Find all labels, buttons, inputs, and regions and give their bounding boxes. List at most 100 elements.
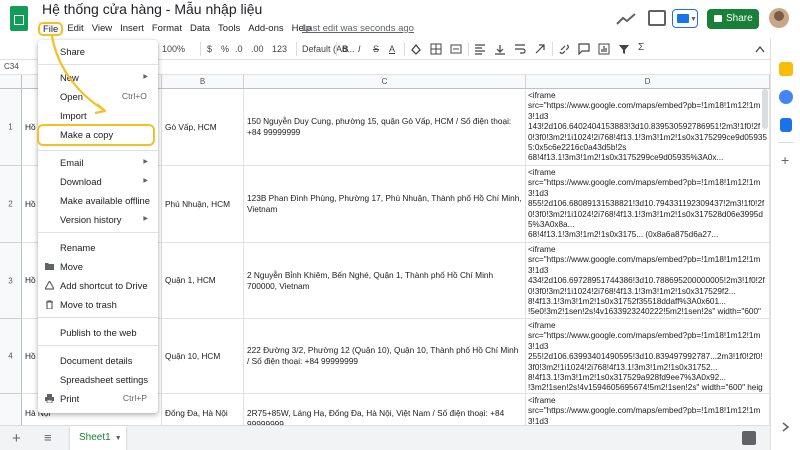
menu-item-label: Document details (60, 355, 133, 366)
folder-move-icon (45, 263, 54, 270)
table-cell[interactable]: <iframe src="https://www.google.com/maps… (526, 166, 770, 243)
text-wrap-icon[interactable] (514, 43, 526, 55)
column-header-b[interactable]: B (162, 75, 244, 89)
table-cell[interactable]: <iframe src="https://www.google.com/maps… (526, 319, 770, 394)
increase-decimal-button[interactable]: .00 (251, 42, 264, 56)
menu-file[interactable]: File (38, 22, 64, 36)
table-cell[interactable]: Gò Vấp, HCM (162, 89, 244, 166)
menu-item-email[interactable]: Email ▶ (38, 154, 158, 171)
text-rotation-icon[interactable] (534, 43, 546, 55)
toolbar-divider (468, 42, 469, 56)
menu-format[interactable]: Format (148, 22, 186, 36)
row-header[interactable]: 5 (0, 394, 22, 425)
last-edit-link[interactable]: Last edit was seconds ago (302, 23, 414, 34)
chevron-up-icon[interactable] (755, 45, 765, 53)
table-cell[interactable]: Quận 10, HCM (162, 319, 244, 394)
row-number: 2 (8, 199, 13, 209)
calendar-icon[interactable] (780, 118, 792, 132)
table-cell[interactable]: Phú Nhuận, HCM (162, 166, 244, 243)
menu-item-offline[interactable]: Make available offline (38, 192, 158, 209)
menu-insert[interactable]: Insert (116, 22, 148, 36)
menu-item-settings[interactable]: Spreadsheet settings (38, 371, 158, 388)
menu-edit[interactable]: Edit (63, 22, 87, 36)
menu-item-version-history[interactable]: Version history ▶ (38, 211, 158, 228)
borders-icon[interactable] (430, 43, 442, 55)
menu-view[interactable]: View (88, 22, 116, 36)
chevron-right-icon[interactable] (780, 422, 792, 432)
menu-item-publish[interactable]: Publish to the web (38, 324, 158, 341)
sheet-tab[interactable]: Sheet1 ▼ (70, 426, 126, 450)
vertical-align-icon[interactable] (494, 43, 506, 55)
trend-icon[interactable] (615, 12, 637, 26)
menu-item-details[interactable]: Document details (38, 352, 158, 369)
row-header[interactable]: 3 (0, 243, 22, 319)
table-cell[interactable]: 123B Phan Đình Phùng, Phường 17, Phú Nhu… (244, 166, 526, 243)
get-addons-icon[interactable]: + (781, 152, 789, 168)
sheets-logo-icon[interactable] (10, 6, 28, 31)
table-cell[interactable]: 222 Đường 3/2, Phường 12 (Quận 10), Quận… (244, 319, 526, 394)
insert-comment-icon[interactable] (578, 43, 590, 55)
select-all-corner[interactable] (0, 75, 22, 89)
chevron-down-icon[interactable]: ▼ (115, 435, 122, 442)
table-cell[interactable]: Đống Đa, Hà Nội (162, 394, 244, 425)
submenu-arrow-icon: ▶ (143, 178, 148, 184)
zoom-select[interactable]: 100% (162, 42, 185, 56)
table-cell[interactable]: 2 Nguyễn Bỉnh Khiêm, Bến Nghé, Quận 1, T… (244, 243, 526, 319)
menu-data[interactable]: Data (186, 22, 214, 36)
table-cell[interactable]: <iframe src="https://www.google.com/maps… (526, 394, 770, 425)
bold-button[interactable]: B (342, 42, 349, 56)
percent-format-button[interactable]: % (221, 42, 229, 56)
number-format-select[interactable]: 123 (272, 42, 287, 56)
menu-item-trash[interactable]: Move to trash (38, 296, 158, 313)
column-header-c[interactable]: C (244, 75, 526, 89)
insert-link-icon[interactable] (558, 43, 570, 55)
row-header[interactable]: 1 (0, 89, 22, 166)
present-button[interactable]: ▼ (672, 9, 698, 28)
functions-icon[interactable]: Σ (638, 42, 644, 53)
row-header[interactable]: 4 (0, 319, 22, 394)
table-cell[interactable]: 2R75+85W, Láng Hạ, Đống Đa, Hà Nội, Việt… (244, 394, 526, 425)
menu-item-add-shortcut[interactable]: Add shortcut to Drive (38, 277, 158, 294)
menu-addons[interactable]: Add-ons (244, 22, 287, 36)
explore-icon[interactable] (742, 431, 756, 445)
keep-icon[interactable] (779, 62, 793, 76)
avatar[interactable] (769, 8, 789, 28)
align-left-icon[interactable] (474, 43, 486, 55)
menu-item-make-copy[interactable]: Make a copy (37, 124, 155, 146)
menu-item-move[interactable]: Move (38, 258, 158, 275)
merge-cells-icon[interactable] (450, 43, 462, 55)
menu-item-import[interactable]: Import (38, 107, 158, 124)
currency-format-button[interactable]: $ (207, 42, 212, 56)
insert-chart-icon[interactable] (598, 43, 610, 55)
fill-color-icon[interactable] (410, 43, 422, 55)
menu-item-share[interactable]: Share (38, 43, 158, 60)
menu-tools[interactable]: Tools (214, 22, 244, 36)
table-cell[interactable]: <iframe src="https://www.google.com/maps… (526, 243, 770, 319)
italic-button[interactable]: I (358, 42, 361, 56)
menu-item-print[interactable]: Print Ctrl+P (38, 390, 158, 407)
all-sheets-icon[interactable]: ≡ (44, 430, 52, 445)
share-button[interactable]: Share (707, 9, 759, 29)
menu-item-label: Add shortcut to Drive (60, 280, 148, 291)
menu-divider (38, 345, 158, 346)
table-cell[interactable]: <iframe src="https://www.google.com/maps… (526, 89, 770, 166)
decrease-decimal-button[interactable]: .0 (235, 42, 243, 56)
row-header[interactable]: 2 (0, 166, 22, 243)
menu-item-rename[interactable]: Rename (38, 239, 158, 256)
tasks-icon[interactable] (779, 90, 793, 104)
column-header-d[interactable]: D (526, 75, 770, 89)
menu-item-open[interactable]: Open Ctrl+O (38, 88, 158, 105)
menu-item-new[interactable]: New ▶ (38, 69, 158, 86)
comment-icon[interactable] (648, 10, 666, 26)
table-cell[interactable]: Quận 1, HCM (162, 243, 244, 319)
text-color-button[interactable]: A (389, 42, 395, 56)
add-sheet-icon[interactable]: + (12, 430, 21, 447)
vertical-scrollbar[interactable] (762, 89, 768, 129)
table-cell[interactable]: 150 Nguyễn Duy Cung, phường 15, quận Gò … (244, 89, 526, 166)
filter-icon[interactable] (618, 43, 630, 55)
name-box[interactable]: C34 (4, 62, 19, 71)
menubar: File Edit View Insert Format Data Tools … (38, 22, 315, 36)
document-title[interactable]: Hệ thống cửa hàng - Mẫu nhập liệu (42, 1, 262, 17)
strikethrough-button[interactable]: S (373, 42, 379, 56)
menu-item-download[interactable]: Download ▶ (38, 173, 158, 190)
